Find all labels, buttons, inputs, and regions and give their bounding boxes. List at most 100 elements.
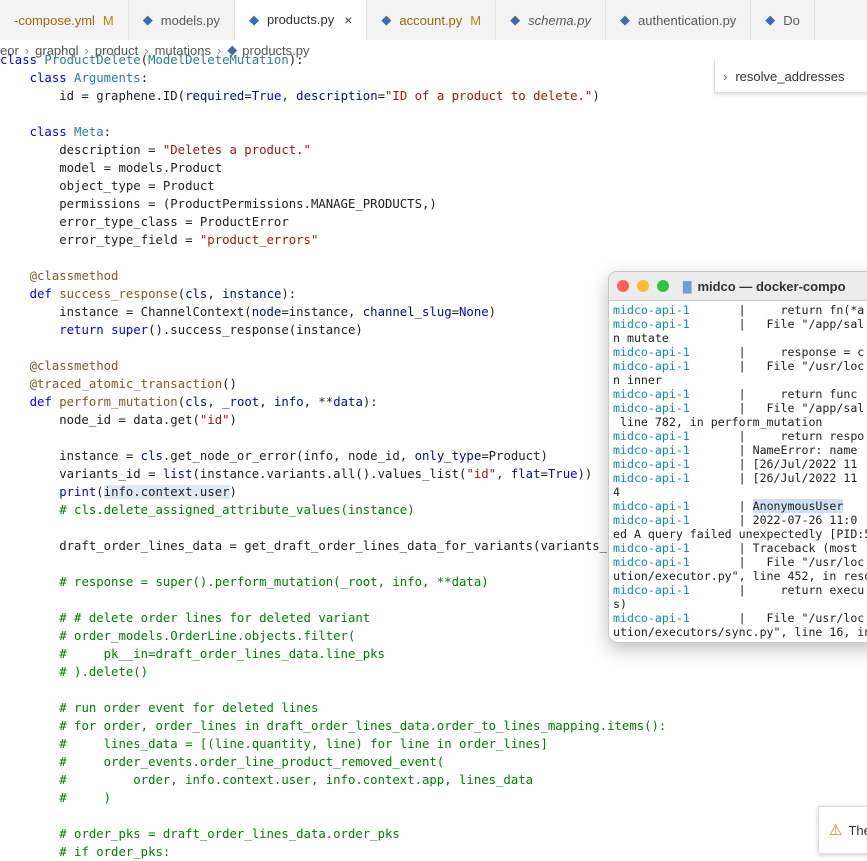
service-name: midco-api-1: [613, 555, 690, 569]
python-icon: ◆: [510, 12, 521, 27]
code-line[interactable]: description = "Deletes a product.": [0, 141, 867, 159]
code-token: # for order, order_lines in draft_order_…: [59, 719, 667, 733]
tab-label: schema.py: [528, 12, 591, 28]
code-line[interactable]: class Meta:: [0, 123, 867, 141]
python-icon: ◆: [765, 12, 776, 27]
code-token: Meta: [74, 125, 104, 139]
code-token: ):: [281, 287, 297, 301]
terminal-line: line 782, in perform_mutation: [613, 415, 867, 429]
code-token: # ).delete(): [59, 665, 149, 679]
notification-toast[interactable]: ⚠ The: [818, 806, 867, 854]
tab-label: account.py: [399, 12, 463, 28]
tab-3[interactable]: ◆ account.py M: [367, 0, 497, 40]
code-line[interactable]: [0, 105, 867, 123]
code-token: ):: [288, 53, 304, 67]
code-line[interactable]: [0, 807, 867, 825]
terminal-line: midco-api-1 | return fn(*a: [613, 303, 867, 317]
terminal-line: midco-api-1 | Traceback (most: [613, 541, 867, 555]
code-token: (instance.variants.all().values_list(: [192, 467, 467, 481]
code-token: (): [222, 377, 237, 391]
tab-2[interactable]: ◆ products.py ×: [235, 0, 368, 40]
code-token: .get_node_or_error(info, node_id,: [162, 449, 415, 463]
code-token: None: [459, 305, 489, 319]
code-token: (: [140, 53, 149, 67]
code-line[interactable]: permissions = (ProductPermissions.MANAGE…: [0, 195, 867, 213]
code-token: class: [29, 125, 75, 139]
code-line[interactable]: error_type_class = ProductError: [0, 213, 867, 231]
code-line[interactable]: # ).delete(): [0, 663, 867, 681]
tab-4[interactable]: ◆ schema.py: [496, 0, 606, 40]
chevron-right-icon[interactable]: ›: [723, 69, 727, 84]
code-token: class: [0, 53, 45, 67]
log-text: | Traceback (most: [689, 541, 858, 555]
terminal-line: ution/executor.py", line 452, in reso: [613, 569, 867, 583]
terminal-line: midco-api-1 | File "/usr/loc: [613, 611, 867, 625]
minimize-window-button[interactable]: [637, 280, 649, 292]
code-line[interactable]: # order_events.order_line_product_remove…: [0, 753, 867, 771]
terminal-window[interactable]: ▆ midco — docker-compo midco-api-1 | ret…: [608, 271, 867, 643]
zoom-window-button[interactable]: [657, 280, 669, 292]
log-text: | [26/Jul/2022 11: [689, 457, 858, 471]
code-token: )): [577, 467, 593, 481]
code-token: # order, info.context.user, info.context…: [59, 773, 534, 787]
code-token: # order_pks = draft_order_lines_data.ord…: [59, 827, 400, 841]
tab-1[interactable]: ◆ models.py: [129, 0, 236, 40]
tab-0[interactable]: -compose.yml M: [0, 0, 129, 40]
code-line[interactable]: # run order event for deleted lines: [0, 699, 867, 717]
code-line[interactable]: object_type = Product: [0, 177, 867, 195]
code-line[interactable]: # if order_pks:: [0, 843, 867, 861]
service-name: midco-api-1: [613, 387, 690, 401]
log-text: ed A query failed unexpectedly [PID:5: [613, 527, 867, 541]
sticky-outline-widget[interactable]: › resolve_addresses: [714, 60, 867, 93]
service-name: midco-api-1: [613, 345, 690, 359]
python-icon: ◆: [249, 11, 260, 27]
code-token: ,: [259, 395, 274, 409]
service-name: midco-api-1: [613, 359, 690, 373]
terminal-line: midco-api-1 | File "/usr/loc: [613, 359, 867, 373]
code-token: description: [296, 89, 378, 103]
terminal-output[interactable]: midco-api-1 | return fn(*a midco-api-1 | …: [609, 301, 867, 639]
service-name: midco-api-1: [613, 429, 690, 443]
code-line[interactable]: [0, 681, 867, 699]
code-token: =: [244, 89, 252, 103]
code-token: def: [29, 287, 60, 301]
log-text: | response = c: [689, 345, 865, 359]
code-line[interactable]: # for order, order_lines in draft_order_…: [0, 717, 867, 735]
code-token: ProductDelete: [44, 53, 141, 67]
close-tab-icon[interactable]: ×: [344, 12, 352, 28]
log-text: n mutate: [613, 331, 669, 345]
service-name: midco-api-1: [613, 457, 690, 471]
close-window-button[interactable]: [617, 280, 629, 292]
code-token: cls: [140, 449, 163, 463]
code-line[interactable]: model = models.Product: [0, 159, 867, 177]
code-token: # ): [59, 791, 112, 805]
code-token: only_type: [414, 449, 482, 463]
tab-label: -compose.yml: [14, 12, 95, 28]
service-name: midco-api-1: [613, 611, 690, 625]
code-token: @traced_atomic_transaction: [29, 377, 223, 391]
code-line[interactable]: # ): [0, 789, 867, 807]
code-line[interactable]: # pk__in=draft_order_lines_data.line_pks: [0, 645, 867, 663]
code-line[interactable]: # lines_data = [(line.quantity, line) fo…: [0, 735, 867, 753]
log-text: | NameError: name: [689, 443, 858, 457]
code-line[interactable]: # order_pks = draft_order_lines_data.ord…: [0, 825, 867, 843]
code-token: ,: [281, 89, 297, 103]
tab-6[interactable]: ◆ Do: [751, 0, 815, 40]
tab-5[interactable]: ◆ authentication.py: [606, 0, 752, 40]
code-line[interactable]: # order, info.context.user, info.context…: [0, 771, 867, 789]
log-text: | File "/usr/loc: [689, 359, 865, 373]
code-token: # response = super().perform_mutation(_r…: [59, 575, 489, 589]
code-line[interactable]: error_type_field = "product_errors": [0, 231, 867, 249]
code-token: ().success_response(instance): [148, 323, 363, 337]
code-token: flat: [510, 467, 541, 481]
modified-badge: M: [470, 12, 482, 28]
terminal-line: ution/executors/sync.py", line 16, in: [613, 625, 867, 639]
code-line[interactable]: [0, 249, 867, 267]
